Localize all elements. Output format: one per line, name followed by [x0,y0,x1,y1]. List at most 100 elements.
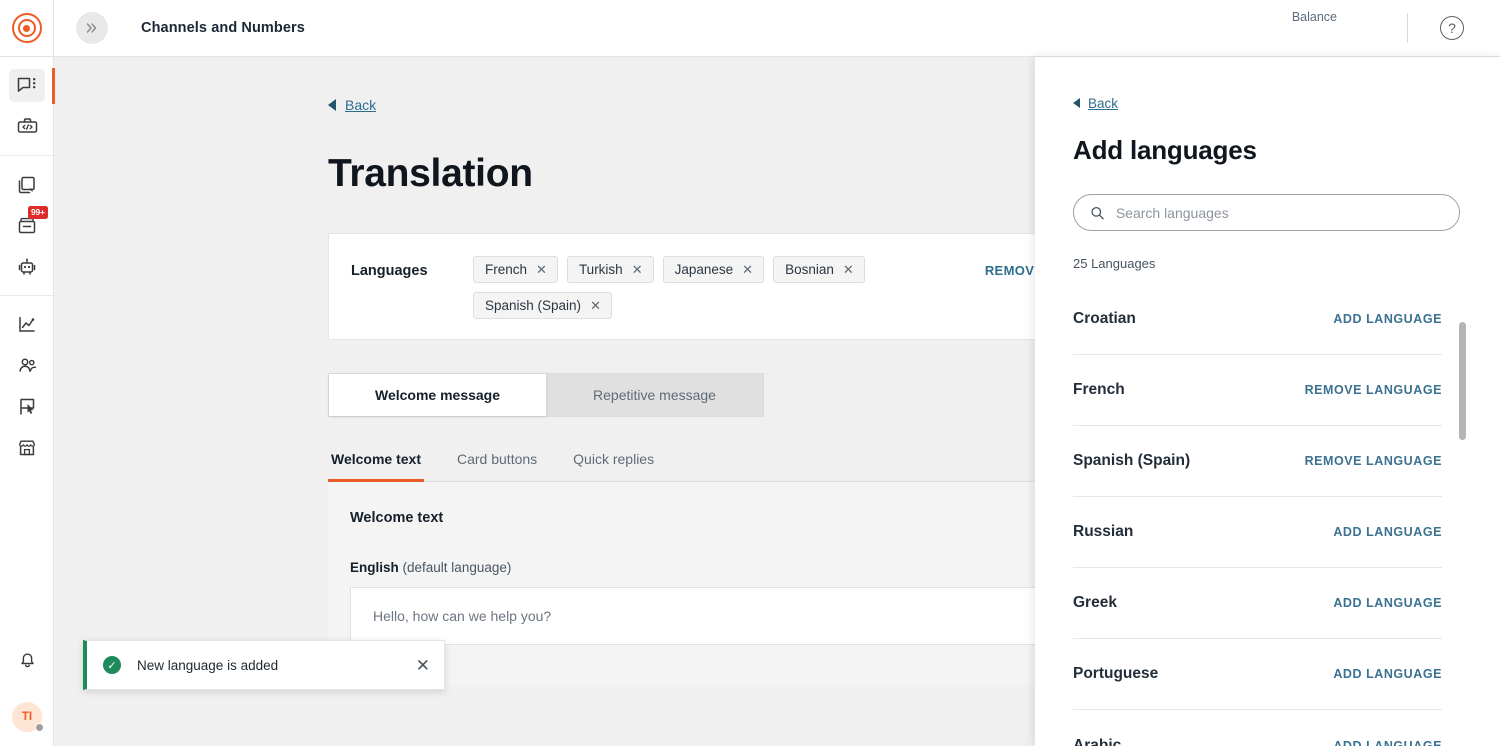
sidebar-item-analytics[interactable] [0,304,54,345]
notifications-button[interactable] [0,639,54,680]
sidebar-item-inbox[interactable]: 99+ [0,205,54,246]
list-item: Greek ADD LANGUAGE [1073,568,1442,639]
top-bar-divider [1407,13,1408,43]
language-action-button[interactable]: ADD LANGUAGE [1333,739,1442,746]
rail-group-primary [0,57,53,155]
sidebar-item-conversations[interactable] [0,65,54,106]
search-languages-box[interactable] [1073,194,1460,231]
language-chip-label: Spanish (Spain) [485,298,581,313]
add-languages-drawer: Back Add languages 25 Languages Croatian… [1035,57,1500,746]
sidebar-item-store[interactable] [0,427,54,468]
scrollbar-thumb[interactable] [1459,322,1466,440]
toast-close-icon[interactable]: ✕ [416,657,430,674]
language-action-button[interactable]: ADD LANGUAGE [1333,525,1442,539]
chat-bubble-dots-icon [16,75,38,97]
drawer-title: Add languages [1073,135,1460,166]
balance-label[interactable]: Balance [1292,10,1337,24]
copy-duplicate-icon [16,174,38,196]
tab-quick-replies[interactable]: Quick replies [570,451,657,481]
segment-repetitive-message[interactable]: Repetitive message [546,374,763,416]
flag-cursor-icon [16,396,38,418]
chip-remove-icon[interactable]: ✕ [632,263,643,276]
drawer-header: Back Add languages 25 Languages Croatian… [1035,57,1500,746]
list-item: Croatian ADD LANGUAGE [1073,284,1442,355]
language-action-button[interactable]: REMOVE LANGUAGE [1305,454,1442,468]
drawer-back-label: Back [1088,96,1118,111]
language-chip[interactable]: Bosnian ✕ [773,256,865,283]
tab-welcome-text[interactable]: Welcome text [328,451,424,481]
sidebar-item-templates[interactable] [0,164,54,205]
sidebar-expand-button[interactable] [76,12,108,44]
default-language-note: (default language) [403,560,512,575]
language-action-button[interactable]: ADD LANGUAGE [1333,667,1442,681]
code-briefcase-icon [16,115,39,138]
language-name: Greek [1073,594,1117,612]
list-item: Spanish (Spain) REMOVE LANGUAGE [1073,426,1442,497]
language-chip[interactable]: Japanese ✕ [663,256,764,283]
bell-icon [17,649,38,670]
target-logo-dot [23,25,30,32]
language-action-button[interactable]: ADD LANGUAGE [1333,596,1442,610]
target-logo-icon [12,13,42,43]
chip-remove-icon[interactable]: ✕ [536,263,547,276]
target-logo-inner-ring [18,19,36,37]
language-chip-label: Turkish [579,262,623,277]
list-item: Arabic ADD LANGUAGE [1073,710,1442,746]
app-root: Channels and Numbers Balance ? [0,0,1500,746]
inbox-unread-badge: 99+ [28,206,48,219]
language-action-button[interactable]: REMOVE LANGUAGE [1305,383,1442,397]
language-name: Russian [1073,523,1133,541]
language-action-button[interactable]: ADD LANGUAGE [1333,312,1442,326]
language-count-label: 25 Languages [1073,256,1460,271]
language-chip[interactable]: Spanish (Spain) ✕ [473,292,612,319]
top-bar: Channels and Numbers Balance ? [0,0,1500,57]
rail-group-content: 99+ [0,155,53,295]
languages-card-label: Languages [351,256,473,279]
chevron-double-right-icon [85,21,99,35]
breadcrumb-title: Channels and Numbers [141,20,305,36]
language-name: Spanish (Spain) [1073,452,1190,470]
tab-card-buttons[interactable]: Card buttons [454,451,540,481]
app-logo[interactable] [0,0,54,56]
language-name: Portuguese [1073,665,1158,683]
default-language-name: English [350,560,399,575]
presence-status-dot [35,723,44,732]
language-name: French [1073,381,1125,399]
left-nav-rail: 99+ [0,57,54,746]
language-name: Croatian [1073,310,1136,328]
language-chip-label: Bosnian [785,262,834,277]
check-circle-icon: ✓ [103,656,121,674]
back-button-label: Back [345,97,376,113]
message-type-segmented-control: Welcome message Repetitive message [328,373,764,417]
drawer-back-button[interactable]: Back [1073,96,1118,111]
language-chip[interactable]: Turkish ✕ [567,256,654,283]
arrow-left-icon [1073,98,1080,108]
chip-remove-icon[interactable]: ✕ [843,263,854,276]
storefront-icon [16,437,38,459]
search-icon [1090,205,1105,221]
toast-message: New language is added [137,658,416,673]
top-bar-right: Balance ? [1292,0,1500,56]
chip-remove-icon[interactable]: ✕ [590,299,601,312]
sidebar-item-developers[interactable] [0,106,54,147]
line-chart-icon [16,314,38,336]
sidebar-item-campaigns[interactable] [0,386,54,427]
sidebar-item-bots[interactable] [0,246,54,287]
sidebar-item-contacts[interactable] [0,345,54,386]
arrow-left-icon [328,99,336,111]
user-avatar-wrapper[interactable]: TI [0,702,54,732]
language-chip[interactable]: French ✕ [473,256,558,283]
language-chip-list: French ✕ Turkish ✕ Japanese ✕ Bosnian ✕ [473,256,957,319]
robot-icon [16,256,38,278]
back-button[interactable]: Back [328,97,376,113]
chip-remove-icon[interactable]: ✕ [742,263,753,276]
segment-welcome-message[interactable]: Welcome message [329,374,546,416]
list-item: Portuguese ADD LANGUAGE [1073,639,1442,710]
language-name: Arabic [1073,737,1121,746]
rail-group-insights [0,295,53,476]
language-list: Croatian ADD LANGUAGE French REMOVE LANG… [1073,284,1460,746]
welcome-text-value: Hello, how can we help you? [373,608,551,624]
search-input[interactable] [1116,205,1443,221]
question-circle-icon[interactable]: ? [1440,16,1464,40]
language-list-scrollbar[interactable] [1459,322,1466,746]
